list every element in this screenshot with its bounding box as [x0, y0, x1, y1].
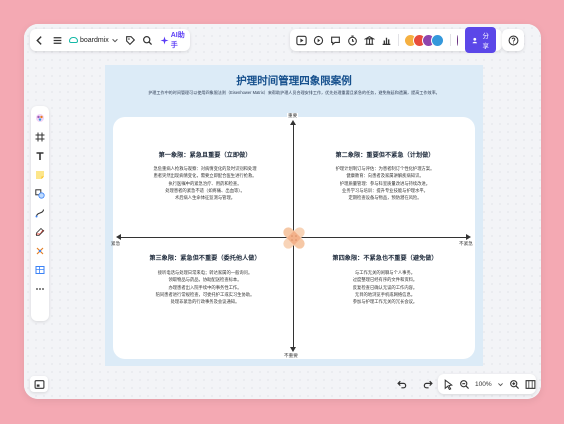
chevron-down-icon[interactable] — [497, 377, 504, 391]
quadrant-4-line: 过度整理已经有序的文件和资料。 — [352, 277, 418, 283]
quadrant-2-line: 护理质量管理：参与科室质量改进与持续改进。 — [339, 180, 431, 186]
text-icon[interactable] — [34, 150, 46, 162]
quadrant-2-line: 护理计划制订与评估：为患者制订个性化护理方案。 — [335, 166, 435, 171]
cloud-icon — [68, 37, 78, 43]
library-icon[interactable] — [364, 33, 375, 47]
left-toolbar — [31, 106, 49, 321]
quadrant-2-title: 第二象限：重要但不紧急（计划做） — [335, 152, 435, 159]
undo-icon[interactable] — [395, 377, 409, 391]
minimap-toggle[interactable] — [30, 376, 48, 392]
help-icon[interactable] — [506, 33, 520, 47]
app-window: boardmix AI助手 分享 100% 护理时间管理四象限案例 护理工作中的… — [24, 24, 541, 399]
quadrant-2-body: 护理计划制订与评估：为患者制订个性化护理方案。 健康教育：向患者及家属讲解疾病知… — [303, 165, 467, 201]
chart-icon[interactable] — [381, 33, 392, 47]
quadrant-3-body: 接听电话与处理日常来电；转达家属的一般询问。 领取物品与药品，协助配送检查标本。… — [123, 269, 287, 305]
quadrant-1-body: 急危重病人抢救与观察：对病情变化的及时识别和处理 患者突然出现病情变化，需要立即… — [123, 165, 287, 201]
sticky-note-icon[interactable] — [34, 169, 46, 181]
back-icon[interactable] — [34, 33, 45, 47]
zoom-level[interactable]: 100% — [475, 381, 492, 388]
share-label: 分享 — [482, 33, 489, 50]
quadrant-2-line: 健康教育：向患者及家属讲解疾病知识。 — [346, 173, 424, 179]
axis-arrow-down — [290, 347, 296, 352]
axis-label-right: 不紧急 — [459, 241, 473, 246]
user-plus-icon — [472, 37, 479, 44]
sparkle-icon — [160, 35, 169, 45]
axis-arrow-right — [466, 234, 471, 240]
axis-arrow-left — [116, 234, 121, 240]
axis-arrow-up — [290, 120, 296, 125]
collaborator-avatars[interactable] — [404, 33, 445, 47]
axis-label-left: 紧急 — [111, 241, 121, 246]
quadrant-4-line: 无目的地浏览手机或网络信息。 — [354, 291, 416, 297]
chevron-down-icon — [111, 36, 119, 44]
zoom-in-icon[interactable] — [509, 377, 520, 391]
quadrant-3-line: 领取物品与药品，协助配送检查标本。 — [168, 277, 242, 283]
quadrant-4-line: 参加与护理工作无关的冗长会议。 — [352, 299, 418, 305]
mind-map-icon[interactable] — [34, 245, 46, 257]
search-icon[interactable] — [142, 33, 153, 47]
pen-icon[interactable] — [34, 226, 46, 238]
frame-icon[interactable] — [34, 131, 46, 143]
quadrant-4-body: 与工作无关的闲聊与个人事务。 过度整理已经有序的文件和资料。 反复检查已确认无误… — [303, 269, 467, 305]
redo-icon[interactable] — [420, 377, 434, 391]
play-icon[interactable] — [296, 33, 307, 47]
tag-icon[interactable] — [125, 33, 136, 47]
quadrant-2-line: 业务学习与培训：提升专业技能与护理水平。 — [342, 187, 428, 193]
board-description: 护理工作中的时间管理可以使用四象限法则（Eisenhower Matrix）来帮… — [148, 90, 440, 95]
avatar — [431, 33, 445, 47]
quadrant-2-line: 定期检查设备与物品，预防潜在风险。 — [348, 195, 422, 201]
help-toolbar — [502, 29, 524, 51]
zoom-bar: 100% — [438, 374, 536, 394]
quadrant-3-line: 办理患者出入院手续中的事务性工作。 — [168, 284, 242, 290]
quadrant-3-line: 处理非紧急的行政事务及会议通知。 — [170, 299, 240, 305]
comment-icon[interactable] — [330, 33, 341, 47]
menu-icon[interactable] — [51, 33, 62, 47]
shapes-icon[interactable] — [34, 188, 46, 200]
quadrant-board[interactable]: 护理时间管理四象限案例 护理工作中的时间管理可以使用四象限法则（Eisenhow… — [105, 65, 483, 366]
quadrant-matrix: 重要 不重要 紧急 不紧急 第一象限：紧急且重要（立即做） 急危重病人抢救与观察… — [111, 113, 475, 359]
zoom-out-icon[interactable] — [459, 377, 470, 391]
quadrant-1-line: 执行医嘱中的紧急治疗、用药和检查。 — [168, 180, 242, 186]
top-left-toolbar: boardmix AI助手 — [30, 29, 190, 51]
connector-icon[interactable] — [34, 207, 46, 219]
quadrant-3-title: 第三象限：紧急但不重要（委托他人做） — [149, 255, 261, 262]
share-button[interactable]: 分享 — [465, 27, 496, 53]
ai-assistant-label: AI助手 — [170, 32, 185, 49]
current-user-avatar[interactable] — [456, 33, 460, 47]
quadrant-1-line: 患者突然出现病情变化，需要立即配合医生进行抢救。 — [153, 173, 257, 179]
quadrant-1-line: 术后病人生命体征监测与管理。 — [174, 195, 236, 201]
quadrant-4-title: 第四象限：不紧急也不重要（避免做） — [332, 255, 438, 262]
fit-screen-icon[interactable] — [525, 377, 536, 391]
quadrant-4-line: 与工作无关的闲聊与个人事务。 — [354, 270, 416, 275]
minimap-icon — [32, 377, 46, 391]
quadrant-1-line: 急危重病人抢救与观察：对病情变化的及时识别和处理 — [153, 166, 257, 171]
axis-label-bottom: 不重要 — [284, 353, 298, 358]
quadrant-3-line: 陪同患者进行常规检查，可委托护工或实习生协助。 — [155, 291, 255, 297]
templates-icon[interactable] — [34, 112, 46, 124]
bandage-icon — [283, 227, 305, 249]
ai-assistant-button[interactable]: AI助手 — [160, 30, 186, 50]
brand-logo[interactable]: boardmix — [68, 36, 119, 44]
brand-name: boardmix — [79, 36, 109, 44]
quadrant-4-line: 反复检查已确认无误的工作内容。 — [352, 284, 418, 290]
timer-icon[interactable] — [347, 33, 358, 47]
board-title: 护理时间管理四象限案例 — [236, 75, 352, 87]
pointer-icon[interactable] — [443, 377, 454, 391]
more-icon[interactable] — [34, 283, 46, 295]
present-icon[interactable] — [313, 33, 324, 47]
quadrant-3-line: 接听电话与处理日常来电；转达家属的一般询问。 — [157, 270, 253, 275]
table-icon[interactable] — [34, 264, 46, 276]
quadrant-1-title: 第一象限：紧急且重要（立即做） — [158, 152, 252, 159]
axis-label-top: 重要 — [287, 113, 299, 119]
top-right-toolbar: 分享 — [290, 27, 502, 53]
quadrant-1-line: 处理患者的紧急不适（如疼痛、出血等）。 — [165, 187, 245, 193]
